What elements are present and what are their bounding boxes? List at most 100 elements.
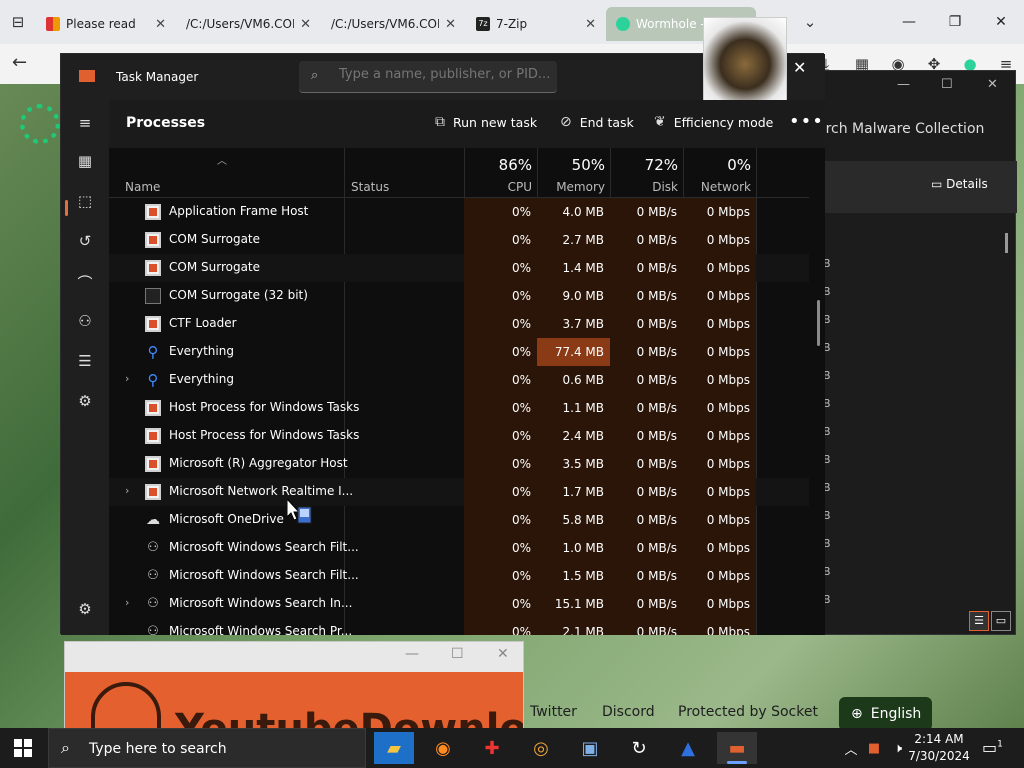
- file-explorer-icon[interactable]: ▰: [374, 732, 414, 764]
- search-input[interactable]: [339, 67, 549, 82]
- process-name: Host Process for Windows Tasks: [169, 400, 360, 414]
- minimize-icon[interactable]: —: [886, 0, 932, 44]
- chrome-like-icon[interactable]: ◎: [521, 732, 561, 764]
- notification-count: 1: [997, 739, 1003, 750]
- memory-column-header[interactable]: Memory: [537, 180, 605, 194]
- memory-cell: 2.4 MB: [537, 422, 610, 450]
- time: 2:14 AM: [914, 732, 964, 746]
- table-row[interactable]: COM Surrogate (32 bit) 0% 9.0 MB 0 MB/s 0 Mb…: [109, 282, 809, 310]
- app-history-icon[interactable]: ↺: [75, 232, 95, 252]
- browser-tab-file-1[interactable]: /C:/Users/VM6.COLL ✕: [176, 7, 321, 41]
- close-icon[interactable]: ✕: [793, 58, 806, 77]
- wormhole-icon: [616, 17, 630, 31]
- process-search-box[interactable]: ⌕: [299, 61, 557, 93]
- network-cell: 0 Mbps: [683, 226, 756, 254]
- run-new-task-button[interactable]: ⧉ Run new task: [435, 114, 537, 130]
- name-column-header[interactable]: Name: [125, 180, 160, 194]
- close-icon[interactable]: ✕: [987, 77, 998, 92]
- startup-apps-icon[interactable]: ⌒: [75, 272, 95, 292]
- browser-tab-file-2[interactable]: /C:/Users/VM6.COLL ✕: [321, 7, 466, 41]
- selected-indicator: [65, 200, 68, 216]
- table-row[interactable]: CTF Loader 0% 3.7 MB 0 MB/s 0 Mbps: [109, 310, 809, 338]
- status-column-header[interactable]: Status: [351, 180, 389, 194]
- table-row[interactable]: ⚇ Microsoft Windows Search Filt... 0% 1.0 M…: [109, 534, 809, 562]
- expand-chevron-icon[interactable]: ›: [125, 372, 129, 385]
- maximize-icon[interactable]: ☐: [941, 77, 953, 92]
- table-row[interactable]: ⚇ Microsoft Windows Search Filt... 0% 1.5 M…: [109, 562, 809, 590]
- sync-icon[interactable]: ↻: [619, 732, 659, 764]
- firefox-icon[interactable]: ◉: [423, 732, 463, 764]
- table-row[interactable]: › ⚇ Microsoft Windows Search In... 0% 15.1 M…: [109, 590, 809, 618]
- socket-link[interactable]: Protected by Socket: [678, 704, 818, 720]
- twitter-link[interactable]: Twitter: [530, 704, 577, 720]
- tab-label: /C:/Users/VM6.COLL: [186, 17, 295, 31]
- taskbar-search-box[interactable]: ⌕ Type here to search: [48, 728, 366, 768]
- performance-icon[interactable]: ⬚: [75, 192, 95, 212]
- windows-start-icon[interactable]: [14, 739, 32, 757]
- tab-actions-icon[interactable]: ⊟: [0, 0, 36, 44]
- processes-icon[interactable]: ▦: [75, 152, 95, 172]
- expand-chevron-icon[interactable]: ›: [125, 484, 129, 497]
- process-name: CTF Loader: [169, 316, 237, 330]
- task-manager-taskbar-icon[interactable]: ▬: [717, 732, 757, 764]
- browser-tab-please-read[interactable]: Please read ✕: [36, 7, 176, 41]
- table-row[interactable]: ☁ Microsoft OneDrive 0% 5.8 MB 0 MB/s 0 Mbps: [109, 506, 809, 534]
- end-task-button[interactable]: ⊘ End task: [560, 114, 634, 130]
- tray-app-icon[interactable]: ■: [862, 741, 886, 756]
- blue-app-icon[interactable]: ▣: [570, 732, 610, 764]
- memory-percent: 50%: [571, 156, 605, 174]
- malware-search-field[interactable]: arch Malware Collection: [817, 121, 984, 137]
- browser-tab-7zip[interactable]: 7z 7-Zip ✕: [466, 7, 606, 41]
- table-row[interactable]: Host Process for Windows Tasks 0% 1.1 MB 0 …: [109, 394, 809, 422]
- cpu-column-header[interactable]: CPU: [464, 180, 532, 194]
- grid-view-icon[interactable]: ▭: [991, 611, 1011, 631]
- table-row[interactable]: Application Frame Host 0% 4.0 MB 0 MB/s 0 Mb…: [109, 198, 809, 226]
- minimize-icon[interactable]: —: [405, 646, 419, 662]
- table-row[interactable]: Host Process for Windows Tasks 0% 2.4 MB 0 …: [109, 422, 809, 450]
- close-icon[interactable]: ✕: [497, 646, 509, 662]
- table-row[interactable]: ⚲ Everything 0% 77.4 MB 0 MB/s 0 Mbps: [109, 338, 809, 366]
- minimize-icon[interactable]: —: [897, 77, 910, 92]
- maximize-icon[interactable]: ☐: [451, 646, 464, 662]
- users-icon[interactable]: ⚇: [75, 312, 95, 332]
- disk-column-header[interactable]: Disk: [610, 180, 678, 194]
- close-tab-icon[interactable]: ✕: [445, 17, 456, 32]
- warning-app-icon[interactable]: ▲: [668, 732, 708, 764]
- maximize-icon[interactable]: ❐: [932, 0, 978, 44]
- window-title: Task Manager: [116, 70, 199, 84]
- network-column-header[interactable]: Network: [683, 180, 751, 194]
- chevron-up-icon[interactable]: ︿: [840, 739, 862, 758]
- discord-link[interactable]: Discord: [602, 704, 655, 720]
- close-tab-icon[interactable]: ✕: [585, 17, 596, 32]
- app-icon[interactable]: ✚: [472, 732, 512, 764]
- cpu-cell: 0%: [464, 478, 537, 506]
- process-name: Microsoft Windows Search Pr...: [169, 624, 353, 635]
- scrollbar-thumb[interactable]: [1005, 233, 1008, 253]
- more-options-button[interactable]: •••: [789, 111, 824, 132]
- table-row[interactable]: › Microsoft Network Realtime I... 0% 1.7 MB…: [109, 478, 809, 506]
- hamburger-menu-icon[interactable]: ≡: [75, 114, 95, 134]
- close-window-icon[interactable]: ✕: [978, 0, 1024, 44]
- table-row[interactable]: COM Surrogate 0% 1.4 MB 0 MB/s 0 Mbps: [109, 254, 809, 282]
- tab-list-button[interactable]: ⌄: [792, 0, 828, 44]
- back-arrow-icon[interactable]: ←: [12, 52, 27, 73]
- scrollbar-thumb[interactable]: [817, 300, 820, 346]
- table-row[interactable]: Microsoft (R) Aggregator Host 0% 3.5 MB 0 M…: [109, 450, 809, 478]
- table-row[interactable]: ⚇ Microsoft Windows Search Pr... 0% 2.1 MB 0…: [109, 618, 809, 635]
- efficiency-mode-button[interactable]: ❦ Efficiency mode: [654, 114, 773, 130]
- taskbar-clock[interactable]: 2:14 AM 7/30/2024: [906, 731, 972, 765]
- table-row[interactable]: › ⚲ Everything 0% 0.6 MB 0 MB/s 0 Mbps: [109, 366, 809, 394]
- language-selector[interactable]: ⊕ English: [839, 697, 932, 731]
- notification-icon[interactable]: ▭1: [982, 738, 1003, 757]
- process-name: Microsoft (R) Aggregator Host: [169, 456, 348, 470]
- settings-icon[interactable]: ⚙: [75, 600, 95, 620]
- details-button[interactable]: ▭ Details: [931, 177, 988, 191]
- close-tab-icon[interactable]: ✕: [155, 17, 166, 32]
- disk-cell: 0 MB/s: [610, 478, 683, 506]
- services-icon[interactable]: ⚙: [75, 392, 95, 412]
- table-row[interactable]: COM Surrogate 0% 2.7 MB 0 MB/s 0 Mbps: [109, 226, 809, 254]
- list-view-icon[interactable]: ☰: [969, 611, 989, 631]
- expand-chevron-icon[interactable]: ›: [125, 596, 129, 609]
- details-icon[interactable]: ☰: [75, 352, 95, 372]
- close-tab-icon[interactable]: ✕: [300, 17, 311, 32]
